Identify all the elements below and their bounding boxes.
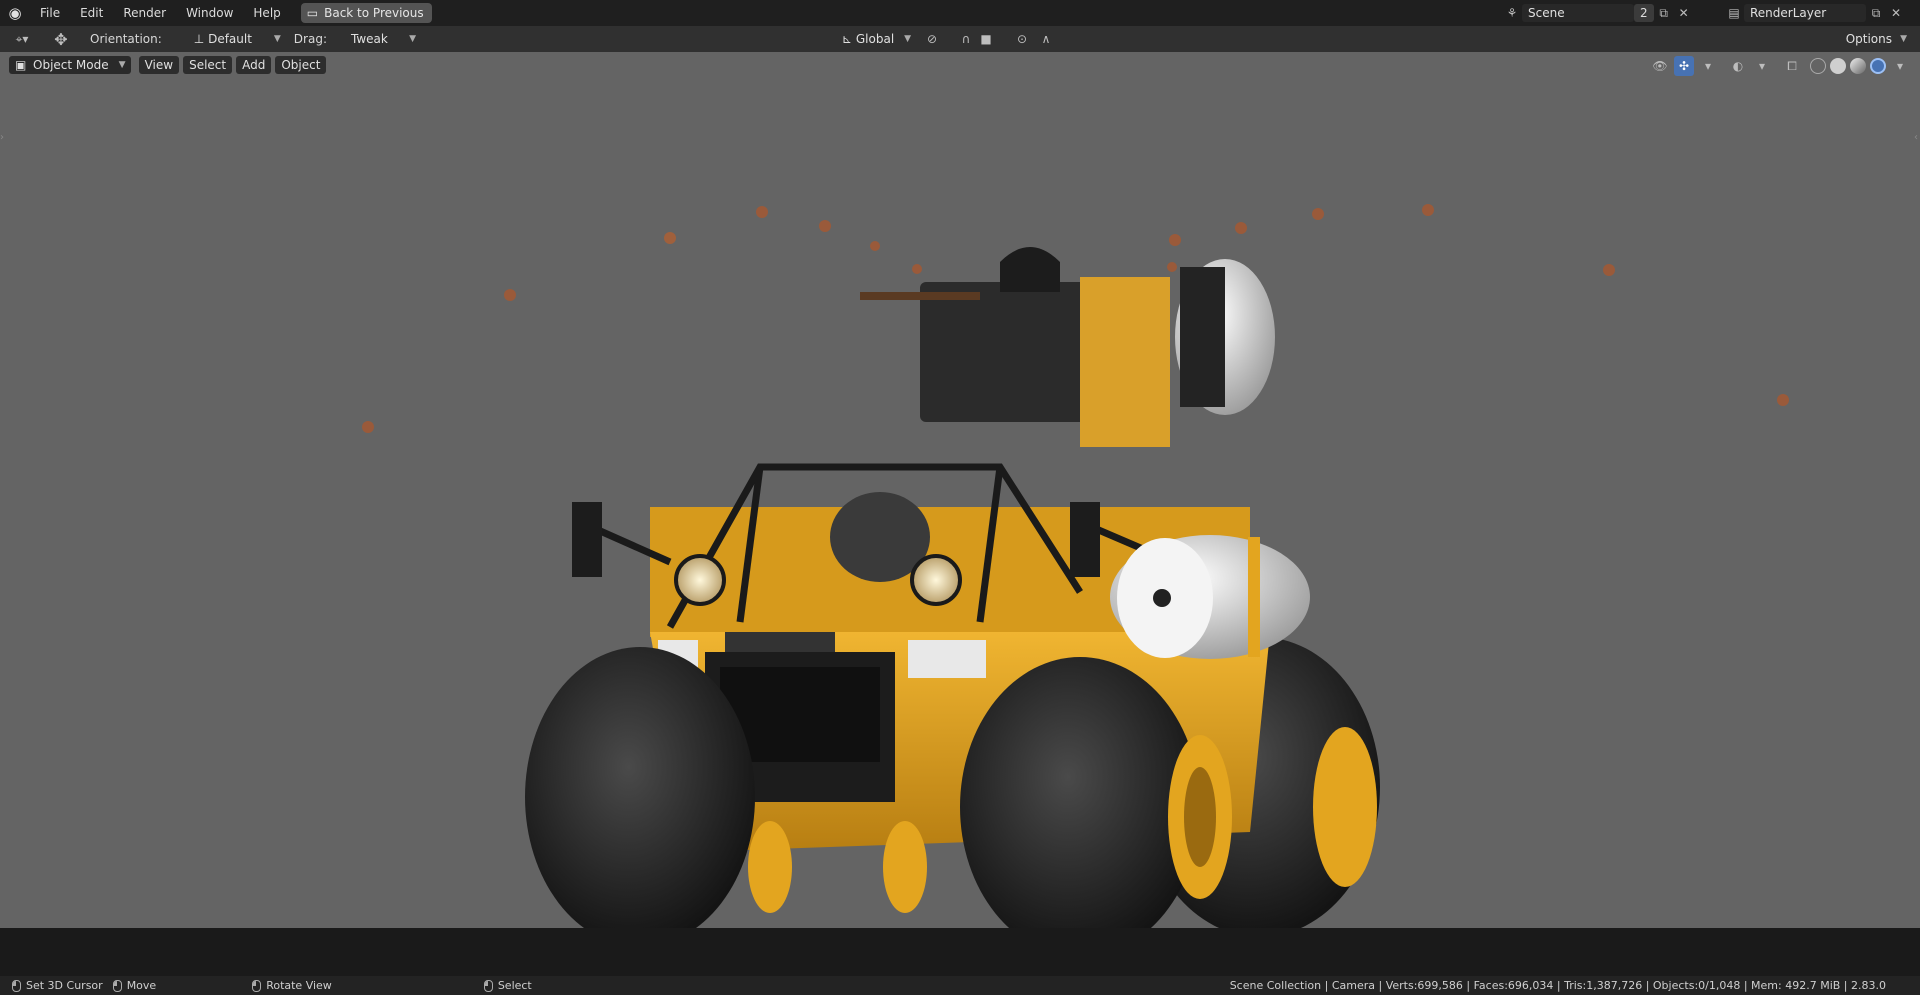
- rear-right-wheel-rim: [1313, 727, 1377, 887]
- hint-select: Select: [483, 979, 532, 992]
- chevron-down-icon: ▼: [273, 34, 281, 44]
- hint-select-label: Select: [497, 979, 532, 992]
- hint-move-label: Move: [126, 979, 157, 992]
- transform-space-value: Global: [855, 32, 895, 46]
- chevron-down-icon: ▼: [409, 34, 416, 44]
- snap-element-icon[interactable]: ■: [976, 29, 996, 49]
- gas-tank-strap: [1248, 537, 1260, 657]
- orientation-label: Orientation:: [90, 32, 162, 46]
- rear-left-wheel-rim: [883, 821, 927, 913]
- turret-assembly: [860, 247, 1275, 447]
- hint-rotate-view: Rotate View: [252, 979, 332, 992]
- new-scene-icon[interactable]: ⧉: [1654, 3, 1674, 23]
- 3d-viewport[interactable]: ▣ Object Mode ▼ View Select Add Object 👁 …: [0, 52, 1920, 928]
- view-layer-selector: ▤ RenderLayer ⧉ ✕: [1724, 3, 1906, 23]
- hint-rotate-label: Rotate View: [266, 979, 332, 992]
- mouse-right-icon: [483, 979, 493, 992]
- scene-selector: ⚘ Scene 2 ⧉ ✕: [1502, 3, 1694, 23]
- transform-orientation-dropdown[interactable]: ⊾ Global ▼: [836, 30, 914, 48]
- top-bar: ◉ File Edit Render Window Help ▭ Back to…: [0, 0, 1920, 26]
- delete-view-layer-icon[interactable]: ✕: [1886, 3, 1906, 23]
- proportional-editing-icon[interactable]: ⊙: [1012, 29, 1032, 49]
- hint-set-cursor: Set 3D Cursor: [12, 979, 103, 992]
- left-headlamp: [674, 554, 726, 606]
- scene-users-count[interactable]: 2: [1634, 4, 1654, 22]
- move-tool-icon[interactable]: ✥: [48, 29, 74, 49]
- view-layer-icon[interactable]: ▤: [1724, 3, 1744, 23]
- back-screen-icon: ▭: [306, 6, 319, 20]
- chevron-down-icon: ▼: [1900, 34, 1907, 44]
- orientation-axes-icon: ⊥: [193, 32, 209, 46]
- menu-render[interactable]: Render: [113, 0, 176, 26]
- right-headlamp: [910, 554, 962, 606]
- menu-file[interactable]: File: [30, 0, 70, 26]
- editor-type-icon[interactable]: ⌖▾: [8, 29, 36, 49]
- scene-name-field[interactable]: Scene: [1522, 4, 1634, 22]
- sidebar-expand-arrow-icon[interactable]: ‹: [1914, 132, 1918, 143]
- mouse-middle-icon: [112, 979, 122, 992]
- menu-edit[interactable]: Edit: [70, 0, 113, 26]
- mouse-left-icon: [12, 979, 21, 992]
- new-view-layer-icon[interactable]: ⧉: [1866, 3, 1886, 23]
- blender-logo-icon[interactable]: ◉: [0, 0, 30, 26]
- right-mirror: [1070, 502, 1100, 577]
- falloff-curve-icon[interactable]: ∧: [1036, 29, 1056, 49]
- transform-axes-icon: ⊾: [842, 32, 856, 46]
- back-to-previous-label: Back to Previous: [324, 6, 424, 20]
- view-layer-name-field[interactable]: RenderLayer: [1744, 4, 1866, 22]
- drag-label: Drag:: [293, 32, 327, 46]
- chevron-down-icon: ▼: [904, 34, 911, 44]
- toolbar-expand-arrow-icon[interactable]: ›: [0, 132, 4, 143]
- options-label: Options: [1845, 32, 1892, 46]
- delete-scene-icon[interactable]: ✕: [1674, 3, 1694, 23]
- hint-move: Move: [112, 979, 157, 992]
- menu-help[interactable]: Help: [243, 0, 290, 26]
- options-dropdown[interactable]: Options ▼: [1840, 30, 1910, 48]
- tool-settings-header: ⌖▾ ✥ Orientation: ⊥ Default ▼ Drag: Tweak…: [0, 26, 1920, 52]
- gas-tank-valve: [1153, 589, 1171, 607]
- front-left-wheel-rim: [748, 821, 792, 913]
- drag-value: Tweak: [350, 32, 388, 46]
- pivot-point-icon[interactable]: ⊘: [922, 29, 942, 49]
- mouse-middle-icon: [252, 979, 262, 992]
- status-bar: Set 3D Cursor Move Rotate View Select Sc…: [0, 976, 1920, 995]
- back-to-previous-button[interactable]: ▭ Back to Previous: [300, 3, 432, 23]
- menu-window[interactable]: Window: [176, 0, 243, 26]
- timeline-area: [0, 928, 1920, 976]
- scene-statistics: Scene Collection | Camera | Verts:699,58…: [1229, 979, 1886, 992]
- orientation-value: Default: [208, 32, 252, 46]
- drag-dropdown[interactable]: Tweak ▼: [345, 30, 419, 48]
- snap-magnet-icon[interactable]: ∩: [956, 29, 976, 49]
- scene-icon[interactable]: ⚘: [1502, 3, 1522, 23]
- hint-set-cursor-label: Set 3D Cursor: [26, 979, 103, 992]
- left-mirror: [572, 502, 602, 577]
- rendered-scene: [362, 204, 1789, 928]
- front-right-hub: [1184, 767, 1216, 867]
- orientation-dropdown[interactable]: ⊥ Default ▼: [188, 30, 284, 48]
